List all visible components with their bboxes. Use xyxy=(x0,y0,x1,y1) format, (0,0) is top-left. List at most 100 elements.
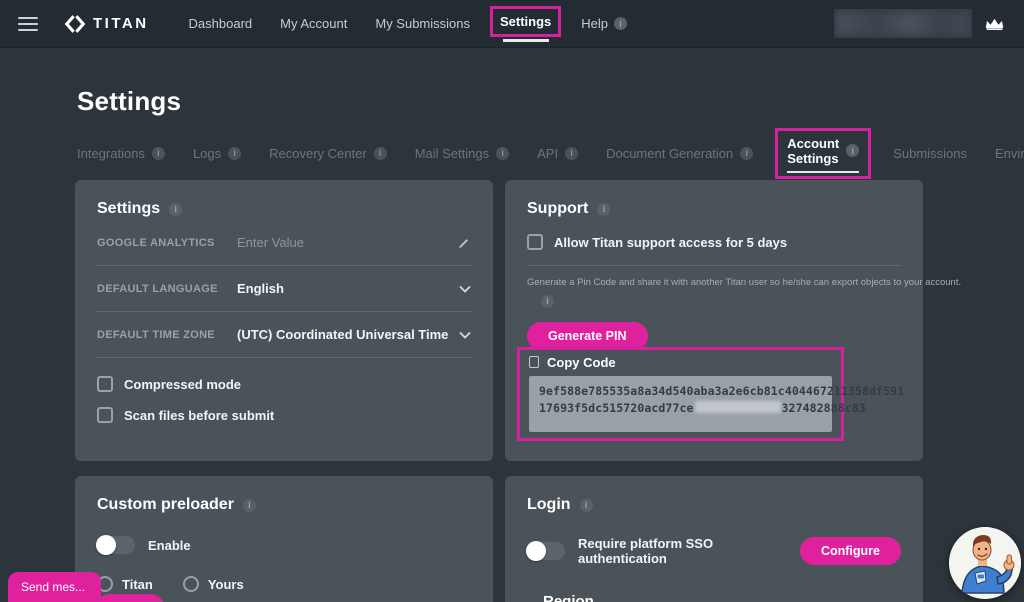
tab-api[interactable]: API i xyxy=(523,146,592,161)
google-analytics-input[interactable] xyxy=(237,235,457,250)
info-icon: i xyxy=(846,144,859,157)
yours-radio[interactable] xyxy=(183,576,199,592)
default-time-zone-label: DEFAULT TIME ZONE xyxy=(97,329,237,341)
info-icon[interactable]: i xyxy=(243,499,256,512)
titan-logo-icon xyxy=(64,13,86,35)
sso-toggle[interactable] xyxy=(527,542,565,560)
tab-document-generation[interactable]: Document Generation i xyxy=(592,146,767,161)
configure-button[interactable]: Configure xyxy=(800,537,901,565)
annotation-box-settings-nav: Settings xyxy=(490,6,561,37)
enable-toggle[interactable] xyxy=(97,536,135,554)
nav-item-help[interactable]: Help i xyxy=(567,16,641,31)
redaction-blur xyxy=(837,12,969,35)
main-nav: Dashboard My Account My Submissions Sett… xyxy=(175,6,642,42)
tab-label: API xyxy=(537,146,558,161)
tab-label: Document Generation xyxy=(606,146,733,161)
tab-label: Mail Settings xyxy=(415,146,489,161)
nav-item-dashboard[interactable]: Dashboard xyxy=(175,16,267,31)
pin-code-line1: 9ef588e785535a8a34d540aba3a2e6cb81c40446… xyxy=(539,384,904,398)
active-tab-underline xyxy=(787,171,859,173)
info-icon[interactable]: i xyxy=(597,203,610,216)
copy-code-label: Copy Code xyxy=(547,355,616,370)
nav-item-help-label: Help xyxy=(581,16,608,31)
chevron-down-icon[interactable] xyxy=(459,331,471,339)
settings-tab-strip: Integrations i Logs i Recovery Center i … xyxy=(77,137,1024,169)
divider xyxy=(527,265,901,266)
tab-integrations[interactable]: Integrations i xyxy=(77,146,179,161)
annotation-box-copy-code: Copy Code 9ef588e785535a8a34d540aba3a2e6… xyxy=(517,347,844,441)
redaction-blur xyxy=(695,401,781,413)
field-row-google-analytics: GOOGLE ANALYTICS xyxy=(97,220,471,266)
tab-mail-settings[interactable]: Mail Settings i xyxy=(401,146,523,161)
info-icon: i xyxy=(374,147,387,160)
settings-card-title: Settings xyxy=(97,200,160,218)
pin-code-description: Generate a Pin Code and share it with an… xyxy=(527,277,901,288)
support-access-checkbox[interactable] xyxy=(527,234,543,250)
region-heading: Region xyxy=(543,593,901,602)
nav-item-my-account[interactable]: My Account xyxy=(266,16,361,31)
login-card: Login i Require platform SSO authenticat… xyxy=(505,476,923,602)
yours-radio-label: Yours xyxy=(208,577,244,592)
info-icon: i xyxy=(152,147,165,160)
titan-mascot-avatar[interactable] xyxy=(949,527,1021,599)
generate-pin-button[interactable]: Generate PIN xyxy=(527,322,648,350)
pin-code-line2-suffix: 327482888c83 xyxy=(782,401,866,415)
crown-icon xyxy=(985,17,1004,31)
support-card: Support i Allow Titan support access for… xyxy=(505,180,923,461)
titan-radio-label: Titan xyxy=(122,577,153,592)
radio-option-titan[interactable]: Titan xyxy=(97,576,153,592)
info-icon[interactable]: i xyxy=(541,295,554,308)
copy-code-control[interactable]: Copy Code xyxy=(529,355,832,370)
google-analytics-label: GOOGLE ANALYTICS xyxy=(97,237,237,249)
pin-code-info-line: i xyxy=(541,291,901,309)
hamburger-menu-icon[interactable] xyxy=(18,13,38,35)
info-icon: i xyxy=(565,147,578,160)
nav-item-settings-active[interactable]: Settings xyxy=(490,6,561,42)
top-navigation-bar: TITAN Dashboard My Account My Submission… xyxy=(0,0,1024,48)
enable-toggle-label: Enable xyxy=(148,538,191,553)
tab-account-settings-active[interactable]: Account Settings i xyxy=(775,128,871,179)
tab-label: Environment Variables xyxy=(995,146,1024,161)
account-user-chip-redacted[interactable] xyxy=(834,9,972,38)
tab-label: Integrations xyxy=(77,146,145,161)
tab-label: Submissions xyxy=(893,146,967,161)
info-icon: i xyxy=(740,147,753,160)
titan-mascot-illustration xyxy=(949,527,1021,599)
nav-item-settings-label: Settings xyxy=(500,14,551,29)
custom-preloader-card: Custom preloader i Enable Titan Yours xyxy=(75,476,493,602)
settings-page: Settings Integrations i Logs i Recovery … xyxy=(0,48,1024,602)
radio-option-yours[interactable]: Yours xyxy=(183,576,244,592)
default-time-zone-value: (UTC) Coordinated Universal Time xyxy=(237,327,459,342)
sso-toggle-label: Require platform SSO authentication xyxy=(578,536,787,566)
chevron-down-icon[interactable] xyxy=(459,285,471,293)
copy-icon xyxy=(529,356,539,368)
support-access-label: Allow Titan support access for 5 days xyxy=(554,235,787,250)
tab-recovery-center[interactable]: Recovery Center i xyxy=(255,146,401,161)
pin-code-value: 9ef588e785535a8a34d540aba3a2e6cb81c40446… xyxy=(529,376,832,432)
info-icon: i xyxy=(614,17,627,30)
chat-send-message-button[interactable]: Send mes... xyxy=(8,572,101,602)
tab-label: Recovery Center xyxy=(269,146,367,161)
tab-logs[interactable]: Logs i xyxy=(179,146,255,161)
nav-item-my-submissions[interactable]: My Submissions xyxy=(361,16,484,31)
tab-label: Logs xyxy=(193,146,221,161)
tab-environment-variables[interactable]: Environment Variables xyxy=(981,146,1024,161)
pencil-icon[interactable] xyxy=(457,236,471,250)
info-icon: i xyxy=(228,147,241,160)
titan-logo[interactable]: TITAN xyxy=(64,13,149,35)
tab-label: Account Settings xyxy=(787,136,839,166)
scan-files-label: Scan files before submit xyxy=(124,408,274,423)
field-row-default-time-zone[interactable]: DEFAULT TIME ZONE (UTC) Coordinated Univ… xyxy=(97,312,471,358)
compressed-mode-checkbox[interactable] xyxy=(97,376,113,392)
preloader-action-button-cropped[interactable] xyxy=(95,594,165,602)
tab-submissions[interactable]: Submissions xyxy=(879,146,981,161)
compressed-mode-row: Compressed mode xyxy=(97,376,471,392)
support-card-title: Support xyxy=(527,200,588,218)
scan-files-row: Scan files before submit xyxy=(97,407,471,423)
brand-name: TITAN xyxy=(93,15,149,32)
scan-files-checkbox[interactable] xyxy=(97,407,113,423)
info-icon[interactable]: i xyxy=(580,499,593,512)
field-row-default-language[interactable]: DEFAULT LANGUAGE English xyxy=(97,266,471,312)
info-icon: i xyxy=(496,147,509,160)
info-icon[interactable]: i xyxy=(169,203,182,216)
